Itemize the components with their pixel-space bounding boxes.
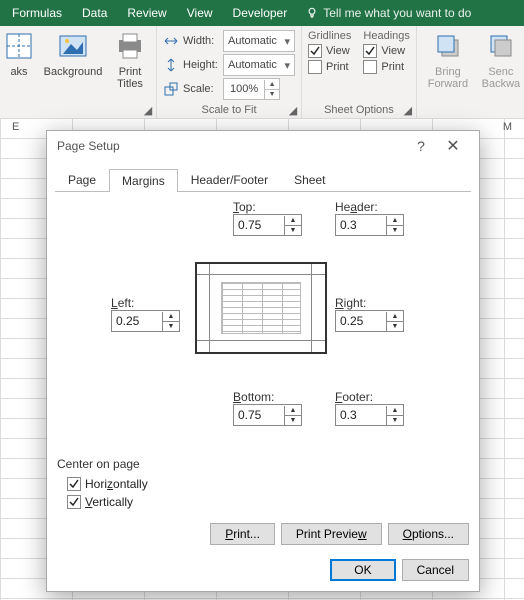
tell-me-search[interactable]: Tell me what you want to do bbox=[305, 6, 471, 20]
ok-button[interactable]: OK bbox=[330, 559, 395, 581]
scale-label: Scale: bbox=[183, 83, 219, 95]
print-titles-icon bbox=[114, 30, 146, 62]
scale-up[interactable]: ▲ bbox=[265, 80, 279, 90]
headings-print-check[interactable]: Print bbox=[363, 60, 409, 74]
ribbon-body: aks Background Print Titles ◢ Width: Aut… bbox=[0, 26, 524, 119]
scale-caption: Scale to Fit bbox=[201, 104, 256, 116]
group-sheet-options: Gridlines View Print Headings View Print… bbox=[302, 26, 417, 118]
group-arrange-partial: Bring Forward Senc Backwa bbox=[417, 26, 524, 118]
send-backward-label: Senc Backwa bbox=[482, 66, 521, 90]
height-label: Height: bbox=[183, 59, 219, 71]
gridlines-print-check[interactable]: Print bbox=[308, 60, 351, 74]
center-horizontally-check[interactable]: HorizontallyHorizontally bbox=[67, 477, 148, 491]
header-spinner[interactable]: 0.3▲▼ bbox=[335, 214, 404, 236]
background-icon bbox=[57, 30, 89, 62]
height-combo[interactable]: Automatic▾ bbox=[223, 54, 295, 76]
scale-spinner[interactable]: 100% ▲▼ bbox=[223, 78, 280, 100]
scale-down[interactable]: ▼ bbox=[265, 90, 279, 99]
bottom-spinner[interactable]: 0.75▲▼ bbox=[233, 404, 302, 426]
dialog-tab-margins[interactable]: Margins bbox=[109, 169, 178, 192]
headings-heading: Headings bbox=[363, 30, 409, 42]
width-combo[interactable]: Automatic▾ bbox=[223, 30, 295, 52]
dialog-tab-page[interactable]: Page bbox=[55, 168, 109, 191]
center-vertically-check[interactable]: VerticallyVertically bbox=[67, 495, 148, 509]
breaks-button[interactable]: aks bbox=[2, 30, 36, 78]
breaks-label: aks bbox=[10, 66, 27, 78]
top-spinner[interactable]: 0.75▲▼ bbox=[233, 214, 302, 236]
bring-forward-label: Bring Forward bbox=[428, 66, 468, 90]
sheet-options-launcher[interactable]: ◢ bbox=[402, 104, 414, 116]
tab-formulas[interactable]: Formulas bbox=[2, 0, 72, 26]
column-header-M[interactable]: M bbox=[503, 121, 512, 133]
page-setup-dialog: Page Setup ? ✕ Page Margins Header/Foote… bbox=[46, 130, 480, 592]
dialog-title: Page Setup bbox=[57, 139, 120, 153]
tab-view[interactable]: View bbox=[177, 0, 223, 26]
breaks-icon bbox=[3, 30, 35, 62]
send-backward-button[interactable]: Senc Backwa bbox=[479, 30, 523, 90]
bring-forward-icon bbox=[432, 30, 464, 62]
page-setup-launcher[interactable]: ◢ bbox=[142, 104, 154, 116]
width-icon bbox=[163, 33, 179, 49]
scale-launcher[interactable]: ◢ bbox=[287, 104, 299, 116]
help-button[interactable]: ? bbox=[405, 138, 437, 154]
background-button[interactable]: Background bbox=[42, 30, 104, 78]
tab-data[interactable]: Data bbox=[72, 0, 117, 26]
headings-view-check[interactable]: View bbox=[363, 44, 409, 58]
tab-review[interactable]: Review bbox=[117, 0, 176, 26]
lightbulb-icon bbox=[305, 6, 319, 20]
gridlines-view-check[interactable]: View bbox=[308, 44, 351, 58]
print-button[interactable]: Print... bbox=[210, 523, 275, 545]
arrange-caption bbox=[423, 102, 523, 116]
tab-developer[interactable]: Developer bbox=[223, 0, 298, 26]
tell-me-label: Tell me what you want to do bbox=[323, 6, 471, 20]
page-setup-caption: ◢ bbox=[2, 102, 150, 116]
footer-spinner[interactable]: 0.3▲▼ bbox=[335, 404, 404, 426]
group-page-setup-partial: aks Background Print Titles ◢ bbox=[0, 26, 157, 118]
close-button[interactable]: ✕ bbox=[437, 136, 469, 156]
dialog-titlebar[interactable]: Page Setup ? ✕ bbox=[47, 131, 479, 161]
gridlines-heading: Gridlines bbox=[308, 30, 351, 42]
height-icon bbox=[163, 57, 179, 73]
margins-preview bbox=[195, 262, 327, 354]
dialog-tabs: Page Margins Header/Footer Sheet bbox=[55, 167, 471, 191]
dialog-tab-header-footer[interactable]: Header/Footer bbox=[178, 168, 281, 191]
print-titles-label: Print Titles bbox=[117, 66, 143, 90]
cancel-button[interactable]: Cancel bbox=[402, 559, 469, 581]
send-backward-icon bbox=[485, 30, 517, 62]
scale-icon bbox=[163, 81, 179, 97]
group-scale-to-fit: Width: Automatic▾ Height: Automatic▾ Sca… bbox=[157, 26, 302, 118]
print-titles-button[interactable]: Print Titles bbox=[110, 30, 150, 90]
column-header-E[interactable]: E bbox=[12, 121, 19, 133]
print-preview-button[interactable]: Print Preview bbox=[281, 523, 382, 545]
ribbon-tab-strip: Formulas Data Review View Developer Tell… bbox=[0, 0, 524, 26]
options-button[interactable]: Options... bbox=[388, 523, 469, 545]
width-label: Width: bbox=[183, 35, 219, 47]
background-label: Background bbox=[44, 66, 103, 78]
sheet-options-caption: Sheet Options bbox=[324, 104, 394, 116]
bring-forward-button[interactable]: Bring Forward bbox=[423, 30, 473, 90]
left-spinner[interactable]: 0.25▲▼ bbox=[111, 310, 180, 332]
center-on-page-label: Center on page bbox=[57, 457, 148, 471]
dialog-tab-sheet[interactable]: Sheet bbox=[281, 168, 338, 191]
right-spinner[interactable]: 0.25▲▼ bbox=[335, 310, 404, 332]
